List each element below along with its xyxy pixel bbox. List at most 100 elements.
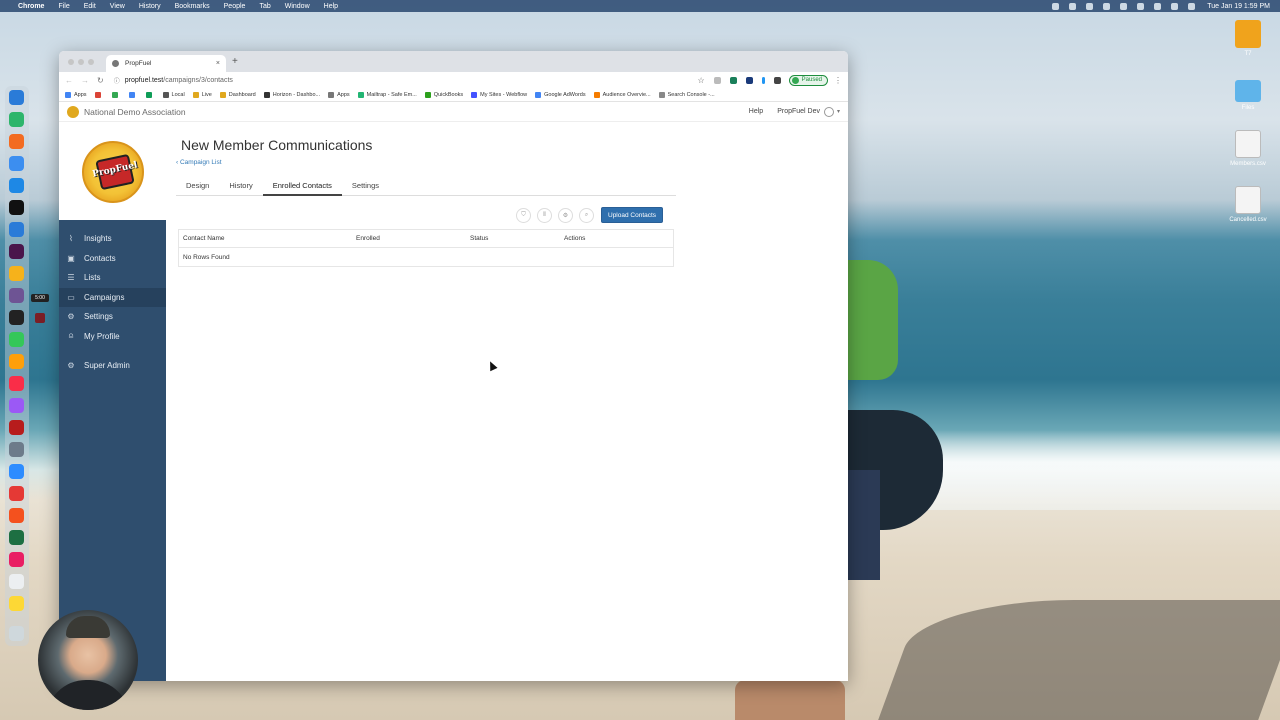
status-icon[interactable] — [1137, 2, 1145, 10]
trash-icon[interactable] — [9, 626, 24, 641]
bookmark-item[interactable] — [111, 91, 121, 98]
reload-icon[interactable]: ↻ — [97, 76, 104, 85]
zoom-icon[interactable] — [9, 464, 24, 479]
sidebar-item-super-admin[interactable]: ⚙ Super Admin — [59, 356, 166, 376]
sidebar-item-contacts[interactable]: ▣ Contacts — [59, 249, 166, 269]
tab-history[interactable]: History — [219, 176, 262, 196]
vscode-icon[interactable] — [9, 222, 24, 237]
sidebar-item-my-profile[interactable]: ⍝ My Profile — [59, 327, 166, 347]
settings-icon[interactable]: ⚙ — [558, 207, 573, 223]
menu-file[interactable]: File — [58, 3, 69, 10]
bookmark-item[interactable]: Mailtrap - Safe Em... — [357, 91, 417, 98]
extensions-puzzle-icon[interactable] — [773, 76, 781, 84]
desktop-file-members[interactable]: Members.csv — [1228, 130, 1268, 167]
bookmark-item[interactable]: Live — [192, 91, 212, 98]
zoom-window-button[interactable] — [88, 59, 94, 65]
new-tab-button[interactable]: + — [232, 56, 238, 67]
desktop-drive-t7[interactable]: T7 — [1228, 20, 1268, 57]
chevron-down-icon[interactable]: ▾ — [837, 108, 840, 115]
status-icon[interactable] — [1120, 2, 1128, 10]
creative-cloud-icon[interactable] — [9, 552, 24, 567]
terminal-icon[interactable] — [9, 310, 24, 325]
app-icon[interactable] — [9, 112, 24, 127]
desktop-folder-files[interactable]: Files — [1228, 80, 1268, 111]
status-icon[interactable] — [1103, 2, 1111, 10]
extension-icon[interactable] — [761, 76, 765, 84]
app-icon[interactable] — [9, 266, 24, 281]
volume-icon[interactable] — [1171, 2, 1179, 10]
status-icon[interactable] — [1086, 2, 1094, 10]
help-link[interactable]: Help — [749, 108, 763, 115]
column-header-contact-name[interactable]: Contact Name — [179, 235, 356, 242]
desktop-file-cancelled[interactable]: Cancelled.csv — [1228, 186, 1268, 223]
bookmark-item[interactable]: Search Console -... — [658, 91, 715, 98]
bookmark-item[interactable]: QuickBooks — [424, 91, 463, 98]
messages-icon[interactable] — [9, 332, 24, 347]
menu-history[interactable]: History — [139, 3, 161, 10]
status-icon[interactable] — [1052, 2, 1060, 10]
notes-icon[interactable] — [9, 596, 24, 611]
minimize-window-button[interactable] — [78, 59, 84, 65]
bookmark-item[interactable] — [94, 91, 104, 98]
bookmark-item[interactable]: Apps — [65, 91, 87, 98]
preview-icon[interactable] — [9, 574, 24, 589]
menu-app-name[interactable]: Chrome — [18, 3, 44, 10]
app-icon[interactable] — [9, 508, 24, 523]
spotlight-icon[interactable] — [1188, 2, 1196, 10]
close-window-button[interactable] — [68, 59, 74, 65]
status-icon[interactable] — [1069, 2, 1077, 10]
slack-icon[interactable] — [9, 244, 24, 259]
wifi-icon[interactable] — [1154, 2, 1162, 10]
tab-enrolled-contacts[interactable]: Enrolled Contacts — [262, 176, 342, 196]
bookmark-star-icon[interactable]: ☆ — [697, 76, 704, 85]
excel-icon[interactable] — [9, 530, 24, 545]
podcasts-icon[interactable] — [9, 398, 24, 413]
chrome-icon[interactable] — [9, 156, 24, 171]
menu-bookmarks[interactable]: Bookmarks — [175, 3, 210, 10]
user-menu[interactable]: PropFuel Dev — [777, 108, 820, 115]
notion-icon[interactable] — [9, 200, 24, 215]
menu-people[interactable]: People — [224, 3, 246, 10]
photos-icon[interactable] — [9, 354, 24, 369]
bookmark-item[interactable]: Horizon - Dashbo... — [263, 91, 320, 98]
bookmark-item[interactable] — [145, 91, 155, 98]
extension-icon[interactable] — [745, 76, 753, 84]
database-icon[interactable] — [9, 420, 24, 435]
bookmark-item[interactable]: Apps — [328, 91, 350, 98]
upload-contacts-button[interactable]: Upload Contacts — [601, 207, 664, 223]
music-icon[interactable] — [9, 376, 24, 391]
org-name[interactable]: National Demo Association — [84, 107, 186, 117]
tab-settings[interactable]: Settings — [342, 176, 389, 196]
column-header-enrolled[interactable]: Enrolled — [356, 235, 470, 242]
safari-icon[interactable] — [9, 178, 24, 193]
app-icon[interactable] — [9, 442, 24, 457]
menu-window[interactable]: Window — [285, 3, 310, 10]
bookmark-item[interactable]: Local — [162, 91, 185, 98]
bookmark-item[interactable]: Dashboard — [219, 91, 256, 98]
columns-icon[interactable]: ⦀ — [537, 207, 552, 223]
sidebar-item-settings[interactable]: ⚙ Settings — [59, 307, 166, 327]
propfuel-logo[interactable]: PropFuel — [81, 141, 144, 203]
firefox-icon[interactable] — [9, 134, 24, 149]
sidebar-item-campaigns[interactable]: ▭ Campaigns — [59, 287, 166, 307]
tab-close-icon[interactable]: × — [216, 60, 220, 67]
finder-icon[interactable] — [9, 90, 24, 105]
menu-clock[interactable]: Tue Jan 19 1:59 PM — [1207, 3, 1270, 10]
menu-tab[interactable]: Tab — [259, 3, 270, 10]
user-avatar-icon[interactable] — [823, 106, 834, 117]
column-header-status[interactable]: Status — [470, 235, 564, 242]
back-arrow-icon[interactable]: ← — [65, 76, 73, 85]
address-bar[interactable]: ⓘ propfuel.test/campaigns/3/contacts — [114, 76, 233, 85]
forward-arrow-icon[interactable]: → — [81, 76, 89, 85]
sidebar-item-insights[interactable]: ⌇ Insights — [59, 229, 166, 249]
extension-icon[interactable] — [729, 76, 737, 84]
browser-tab[interactable]: PropFuel × — [106, 55, 226, 72]
bookmark-item[interactable]: Audience Overvie... — [593, 91, 651, 98]
bookmark-item[interactable] — [128, 91, 138, 98]
menu-edit[interactable]: Edit — [84, 3, 96, 10]
bookmark-item[interactable]: My Sites - Webflow — [471, 91, 527, 98]
tab-design[interactable]: Design — [176, 176, 219, 196]
sidebar-item-lists[interactable]: ☰ Lists — [59, 268, 166, 288]
menu-help[interactable]: Help — [324, 3, 338, 10]
campaign-list-link[interactable]: ‹ Campaign List — [176, 159, 222, 166]
